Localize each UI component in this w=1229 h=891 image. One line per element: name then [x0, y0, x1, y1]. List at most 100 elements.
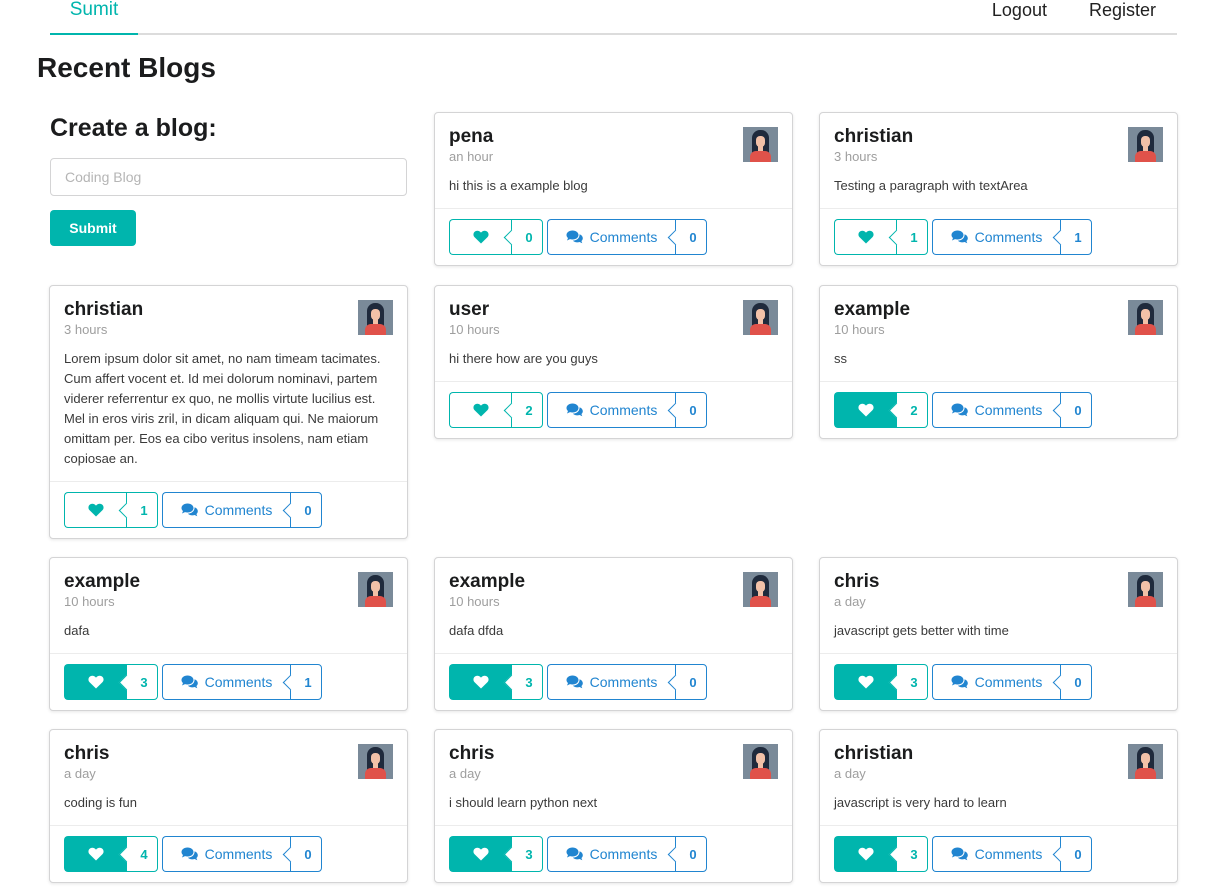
- comments-label: Comments: [204, 846, 273, 862]
- comment-count: 0: [675, 219, 707, 255]
- blog-body-input[interactable]: [50, 158, 407, 196]
- avatar: [358, 572, 393, 607]
- like-count: 1: [896, 219, 928, 255]
- post-card-11: christian a day javascript is very hard …: [819, 729, 1178, 883]
- like-button[interactable]: [449, 392, 511, 428]
- post-time: 10 hours: [449, 322, 500, 337]
- comments-label: Comments: [974, 229, 1043, 245]
- like-button-group: 4: [64, 836, 158, 872]
- heart-icon: [857, 675, 874, 689]
- comments-icon: [566, 230, 583, 244]
- like-button[interactable]: [834, 664, 896, 700]
- like-button[interactable]: [64, 492, 126, 528]
- submit-button[interactable]: Submit: [50, 210, 136, 246]
- top-menu: Sumit Logout Register: [50, 0, 1177, 35]
- post-author[interactable]: example: [64, 571, 393, 593]
- heart-icon: [87, 675, 104, 689]
- like-count: 3: [511, 836, 543, 872]
- like-button[interactable]: [64, 836, 126, 872]
- comment-count: 0: [290, 836, 322, 872]
- like-button[interactable]: [449, 219, 511, 255]
- comment-button-group: Comments 0: [547, 664, 707, 700]
- like-count: 3: [896, 664, 928, 700]
- heart-icon: [472, 230, 489, 244]
- register-link[interactable]: Register: [1068, 0, 1177, 33]
- comments-icon: [951, 675, 968, 689]
- logout-link[interactable]: Logout: [971, 0, 1068, 33]
- heart-icon: [87, 503, 104, 517]
- like-button[interactable]: [834, 392, 896, 428]
- card-actions: 4 Comments 0: [50, 825, 407, 882]
- avatar: [358, 744, 393, 779]
- like-button-group: 1: [64, 492, 158, 528]
- card-content: example 10 hours ss: [820, 286, 1177, 381]
- like-button[interactable]: [834, 219, 896, 255]
- post-card-7: example 10 hours dafa dfda 3 Comments 0: [434, 557, 793, 711]
- page-title: Recent Blogs: [37, 52, 216, 83]
- post-body: dafa: [64, 623, 90, 638]
- like-button[interactable]: [834, 836, 896, 872]
- card-content: chris a day coding is fun: [50, 730, 407, 825]
- post-time: a day: [64, 766, 96, 781]
- like-button[interactable]: [449, 664, 511, 700]
- like-count: 3: [126, 664, 158, 700]
- comments-icon: [951, 230, 968, 244]
- post-author[interactable]: user: [449, 299, 778, 321]
- post-author[interactable]: pena: [449, 126, 778, 148]
- post-author[interactable]: christian: [64, 299, 393, 321]
- card-actions: 0 Comments 0: [435, 208, 792, 265]
- card-actions: 3 Comments 1: [50, 653, 407, 710]
- like-count: 4: [126, 836, 158, 872]
- post-author[interactable]: example: [449, 571, 778, 593]
- comment-button-group: Comments 1: [162, 664, 322, 700]
- post-author[interactable]: chris: [449, 743, 778, 765]
- heart-icon: [472, 675, 489, 689]
- comments-button[interactable]: Comments: [162, 664, 290, 700]
- comments-label: Comments: [974, 846, 1043, 862]
- post-time: 10 hours: [64, 594, 115, 609]
- like-button[interactable]: [64, 664, 126, 700]
- comments-button[interactable]: Comments: [932, 219, 1060, 255]
- comments-icon: [566, 847, 583, 861]
- comments-icon: [181, 675, 198, 689]
- like-button-group: 3: [449, 664, 543, 700]
- post-card-5: example 10 hours ss 2 Comments 0: [819, 285, 1178, 439]
- like-count: 3: [511, 664, 543, 700]
- comments-label: Comments: [204, 502, 273, 518]
- card-content: christian 3 hours Testing a paragraph wi…: [820, 113, 1177, 208]
- menu-right: Logout Register: [971, 0, 1177, 33]
- post-time: 10 hours: [449, 594, 500, 609]
- comments-button[interactable]: Comments: [547, 664, 675, 700]
- post-author[interactable]: example: [834, 299, 1163, 321]
- comments-button[interactable]: Comments: [932, 392, 1060, 428]
- comments-label: Comments: [589, 674, 658, 690]
- comments-button[interactable]: Comments: [162, 492, 290, 528]
- comments-button[interactable]: Comments: [932, 664, 1060, 700]
- comments-button[interactable]: Comments: [162, 836, 290, 872]
- comment-count: 0: [1060, 664, 1092, 700]
- post-author[interactable]: chris: [64, 743, 393, 765]
- avatar: [358, 300, 393, 335]
- comment-count: 1: [290, 664, 322, 700]
- comments-button[interactable]: Comments: [547, 392, 675, 428]
- avatar: [743, 127, 778, 162]
- post-card-2: christian 3 hours Testing a paragraph wi…: [819, 112, 1178, 266]
- post-body: i should learn python next: [449, 795, 598, 810]
- card-actions: 3 Comments 0: [435, 825, 792, 882]
- post-author[interactable]: christian: [834, 126, 1163, 148]
- like-button-group: 0: [449, 219, 543, 255]
- comments-label: Comments: [589, 229, 658, 245]
- card-actions: 2 Comments 0: [435, 381, 792, 438]
- comment-count: 0: [1060, 836, 1092, 872]
- post-body: hi this is a example blog: [449, 178, 588, 193]
- like-count: 2: [511, 392, 543, 428]
- nav-brand-sumit[interactable]: Sumit: [50, 0, 138, 35]
- post-author[interactable]: christian: [834, 743, 1163, 765]
- comments-button[interactable]: Comments: [547, 219, 675, 255]
- like-button[interactable]: [449, 836, 511, 872]
- create-blog-title: Create a blog:: [50, 114, 217, 142]
- comments-button[interactable]: Comments: [932, 836, 1060, 872]
- post-author[interactable]: chris: [834, 571, 1163, 593]
- comments-button[interactable]: Comments: [547, 836, 675, 872]
- comment-button-group: Comments 0: [162, 492, 322, 528]
